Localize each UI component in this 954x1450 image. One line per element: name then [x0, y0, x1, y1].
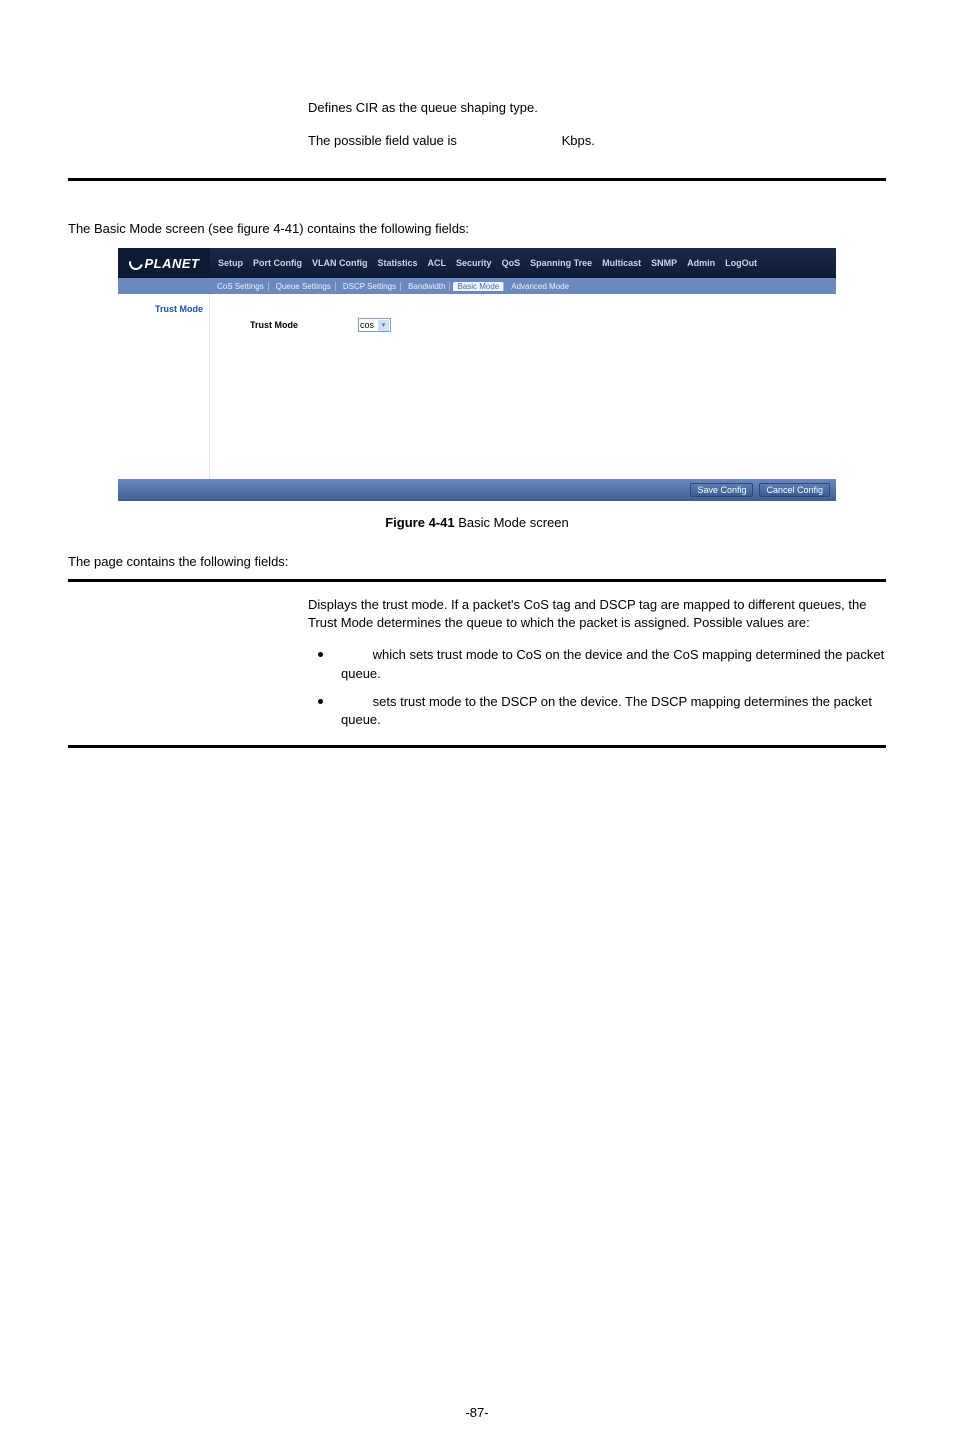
nav-security[interactable]: Security: [456, 258, 492, 268]
save-config-button[interactable]: Save Config: [690, 483, 753, 497]
nav-port-config[interactable]: Port Config: [253, 258, 302, 268]
nav-qos[interactable]: QoS: [502, 258, 521, 268]
fields-intro: The page contains the following fields:: [68, 554, 886, 569]
divider: [68, 579, 886, 582]
nav-vlan-config[interactable]: VLAN Config: [312, 258, 368, 268]
trust-mode-select[interactable]: cos ▾: [358, 318, 391, 332]
field-description-block: Displays the trust mode. If a packet's C…: [68, 596, 886, 729]
section-intro: The Basic Mode screen (see figure 4-41) …: [68, 221, 886, 236]
trust-mode-value: cos: [360, 320, 374, 330]
subnav-bandwidth[interactable]: Bandwidth: [404, 282, 450, 291]
nav-admin[interactable]: Admin: [687, 258, 715, 268]
figure-number: Figure 4-41: [385, 515, 454, 530]
nav-acl[interactable]: ACL: [428, 258, 447, 268]
logo-swoosh-icon: [126, 253, 145, 272]
definition-unit: Kbps.: [562, 133, 595, 148]
screenshot-sidebar: Trust Mode: [118, 294, 210, 479]
nav-logout[interactable]: LogOut: [725, 258, 757, 268]
nav-multicast[interactable]: Multicast: [602, 258, 641, 268]
definition-line-2: The possible field value is Kbps.: [308, 133, 886, 148]
nav-setup[interactable]: Setup: [218, 258, 243, 268]
trust-mode-label: Trust Mode: [250, 320, 298, 330]
chevron-down-icon: ▾: [378, 320, 389, 331]
definition-block: Defines CIR as the queue shaping type. T…: [68, 100, 886, 148]
sidebar-trust-mode[interactable]: Trust Mode: [155, 304, 203, 314]
sub-nav: CoS Settings Queue Settings DSCP Setting…: [118, 278, 836, 294]
bullet-icon: [318, 699, 323, 704]
subnav-dscp-settings[interactable]: DSCP Settings: [339, 282, 401, 291]
cancel-config-button[interactable]: Cancel Config: [759, 483, 830, 497]
bullet-cos: which sets trust mode to CoS on the devi…: [308, 646, 886, 682]
nav-spanning-tree[interactable]: Spanning Tree: [530, 258, 592, 268]
field-description: Displays the trust mode. If a packet's C…: [308, 596, 886, 632]
divider: [68, 178, 886, 181]
bullet-icon: [318, 652, 323, 657]
page-number: -87-: [0, 1405, 954, 1420]
bullet-dscp: sets trust mode to the DSCP on the devic…: [308, 693, 886, 729]
screenshot: PLANET Setup Port Config VLAN Config Sta…: [118, 248, 836, 501]
bullet-cos-text: which sets trust mode to CoS on the devi…: [341, 647, 884, 680]
subnav-basic-mode[interactable]: Basic Mode: [453, 282, 504, 291]
subnav-advanced-mode[interactable]: Advanced Mode: [507, 282, 573, 291]
screenshot-main: Trust Mode cos ▾: [210, 294, 836, 479]
definition-label: The possible field value is: [308, 133, 558, 148]
nav-snmp[interactable]: SNMP: [651, 258, 677, 268]
divider: [68, 745, 886, 748]
figure-caption: Figure 4-41 Basic Mode screen: [68, 515, 886, 530]
definition-line-1: Defines CIR as the queue shaping type.: [308, 100, 886, 115]
logo: PLANET: [118, 248, 210, 278]
subnav-cos-settings[interactable]: CoS Settings: [213, 282, 269, 291]
screenshot-footer: Save Config Cancel Config: [118, 479, 836, 501]
top-nav: Setup Port Config VLAN Config Statistics…: [210, 258, 757, 268]
logo-text: PLANET: [145, 256, 200, 271]
figure-title: Basic Mode screen: [455, 515, 569, 530]
nav-statistics[interactable]: Statistics: [378, 258, 418, 268]
subnav-queue-settings[interactable]: Queue Settings: [272, 282, 336, 291]
bullet-dscp-text: sets trust mode to the DSCP on the devic…: [341, 694, 872, 727]
screenshot-topbar: PLANET Setup Port Config VLAN Config Sta…: [118, 248, 836, 278]
